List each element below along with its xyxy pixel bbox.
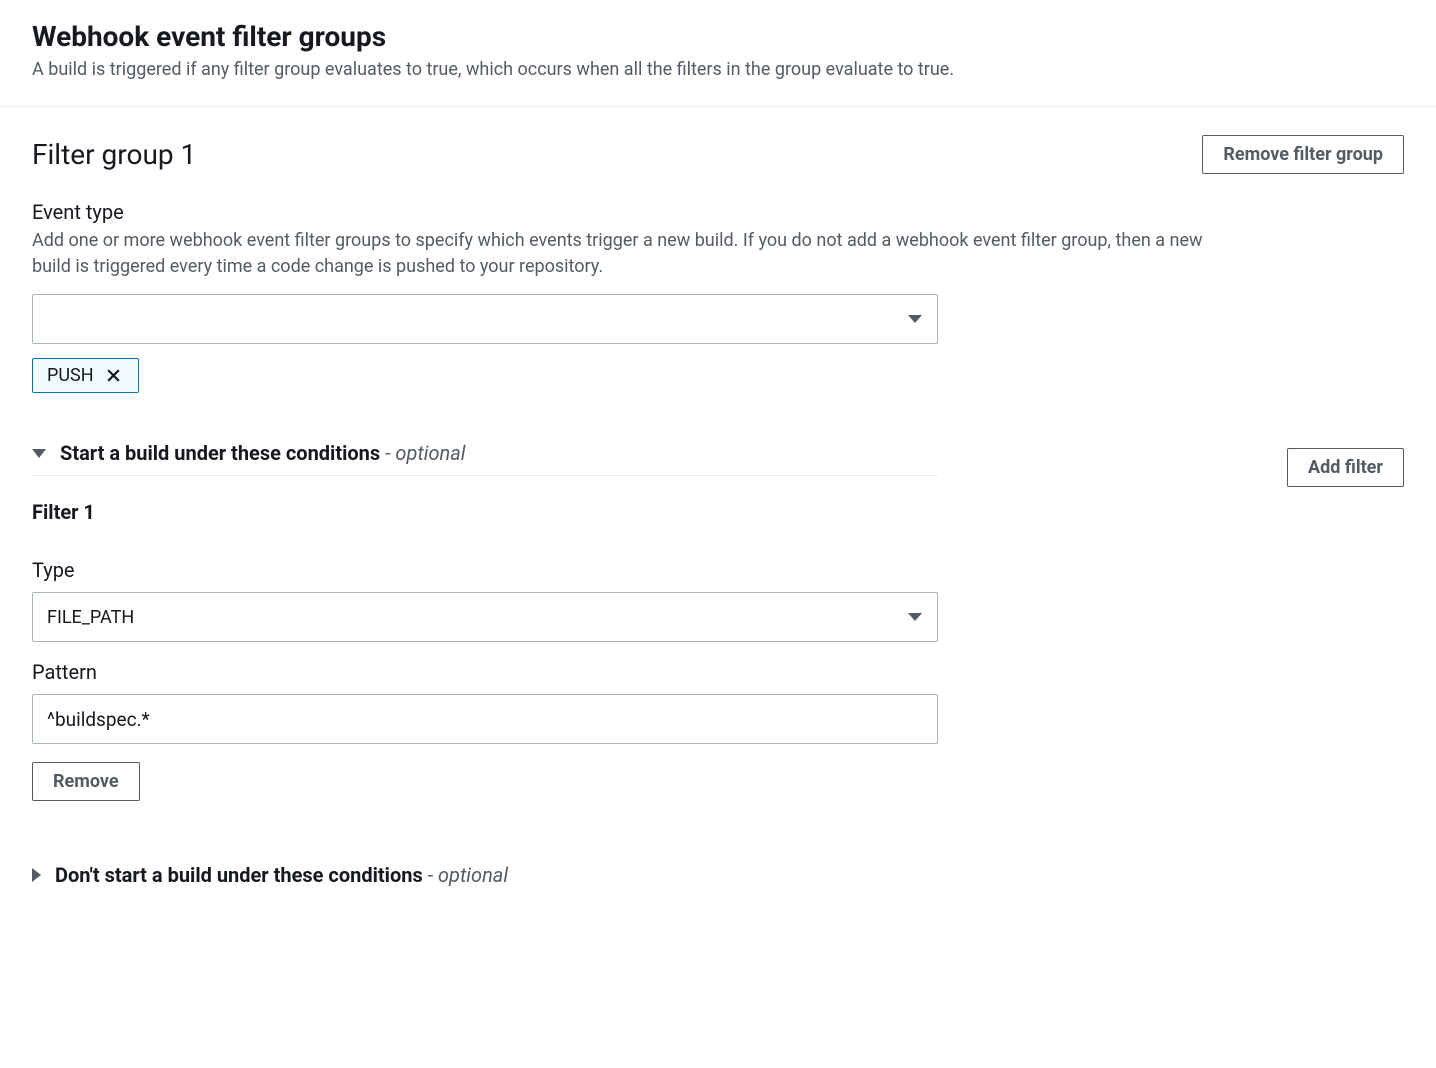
dont-start-section: Don't start a build under these conditio… <box>32 857 1404 897</box>
filter-type-select-wrap: FILE_PATH <box>32 592 938 642</box>
filter-pattern-label: Pattern <box>32 660 1404 684</box>
event-type-label: Event type <box>32 200 1404 224</box>
event-type-select-wrap <box>32 294 938 344</box>
dont-start-label: Don't start a build under these conditio… <box>55 863 508 887</box>
filter-type-label: Type <box>32 558 1404 582</box>
filter-group-header: Filter group 1 Remove filter group <box>32 135 1404 174</box>
event-type-select[interactable] <box>32 294 938 344</box>
start-conditions-label: Start a build under these conditions - o… <box>60 441 466 465</box>
page-subtitle: A build is triggered if any filter group… <box>32 59 1404 80</box>
start-conditions-row: Start a build under these conditions - o… <box>32 435 1404 500</box>
remove-filter-button[interactable]: Remove <box>32 762 140 801</box>
start-conditions-toggle[interactable]: Start a build under these conditions - o… <box>32 435 938 475</box>
remove-tag-button[interactable] <box>104 366 124 386</box>
caret-right-icon <box>32 868 41 882</box>
add-filter-button[interactable]: Add filter <box>1287 448 1404 487</box>
close-icon <box>105 367 122 384</box>
filter-type-block: Type FILE_PATH <box>32 558 1404 642</box>
filter-group-title: Filter group 1 <box>32 138 196 171</box>
header-divider <box>0 106 1436 107</box>
event-type-tag: PUSH <box>32 358 139 393</box>
filter-title: Filter 1 <box>32 500 1404 524</box>
filter-type-select[interactable]: FILE_PATH <box>32 592 938 642</box>
event-type-tag-label: PUSH <box>47 365 94 386</box>
remove-filter-group-button[interactable]: Remove filter group <box>1202 135 1404 174</box>
caret-down-icon <box>32 449 46 458</box>
event-type-description: Add one or more webhook event filter gro… <box>32 228 1232 280</box>
page-title: Webhook event filter groups <box>32 20 1404 53</box>
dont-start-toggle[interactable]: Don't start a build under these conditio… <box>32 857 1404 897</box>
filter-pattern-input[interactable] <box>32 694 938 744</box>
start-conditions-header: Start a build under these conditions - o… <box>32 435 938 476</box>
